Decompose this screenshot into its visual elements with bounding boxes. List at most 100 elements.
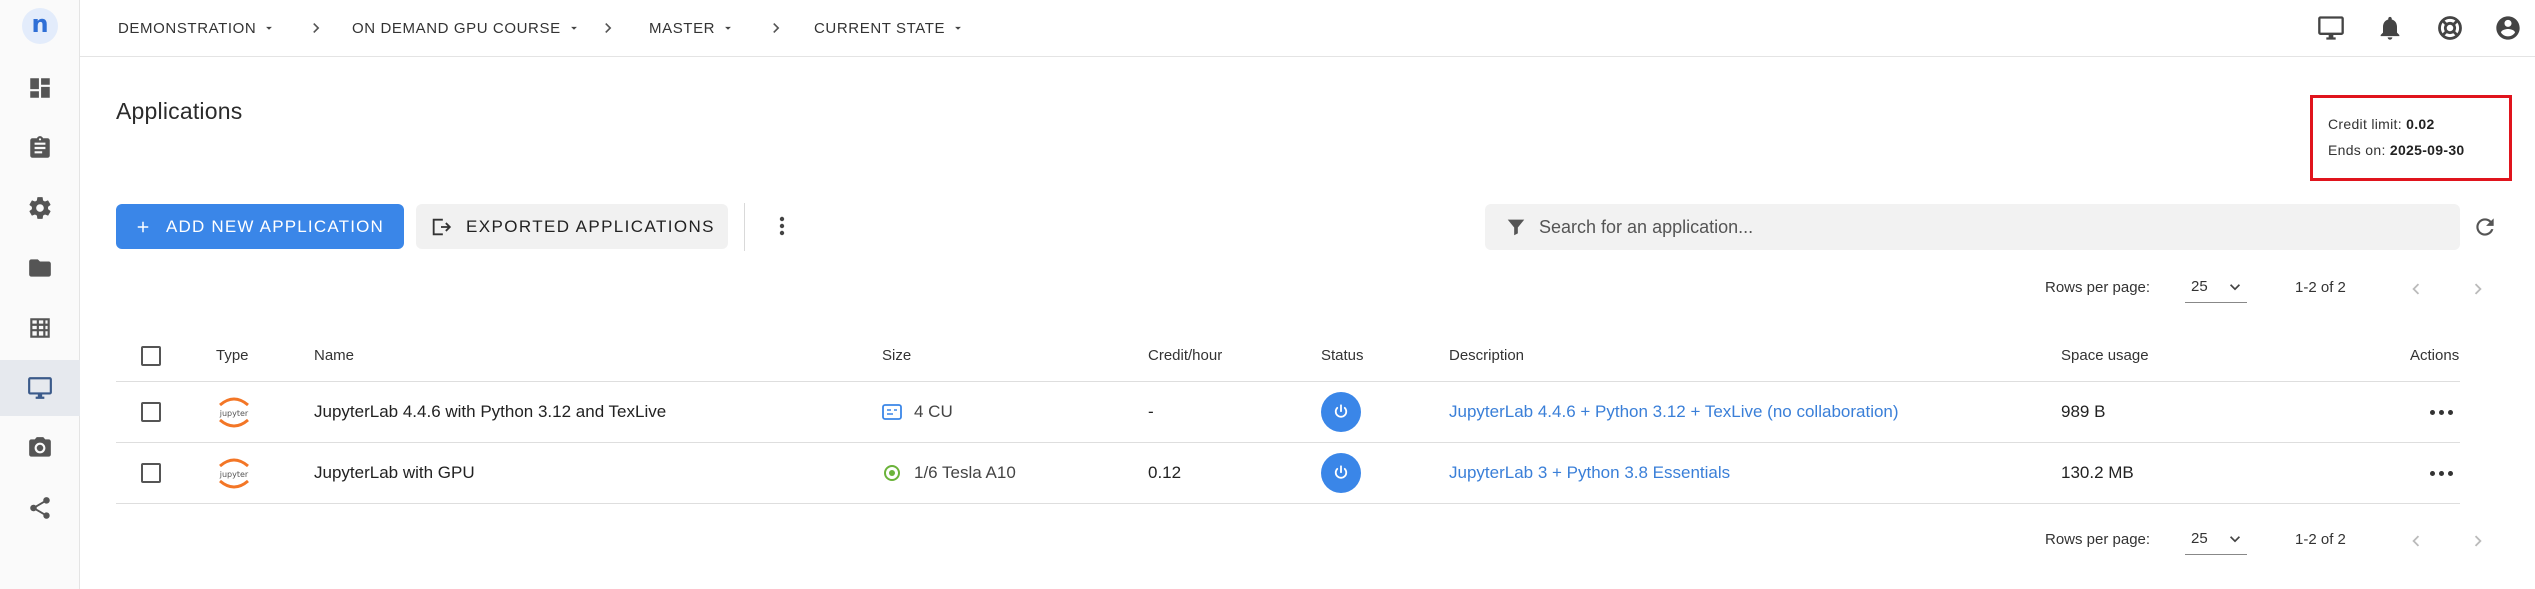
app-logo[interactable]: n xyxy=(22,8,58,44)
sidebar-item-tasks[interactable] xyxy=(0,120,80,176)
chevron-right-icon[interactable] xyxy=(2467,530,2489,552)
app-space-usage: 989 B xyxy=(2061,402,2106,421)
header-size[interactable]: Size xyxy=(882,330,911,381)
exported-applications-label: EXPORTED APPLICATIONS xyxy=(466,216,715,236)
refresh-icon[interactable] xyxy=(2472,214,2498,240)
header-status[interactable]: Status xyxy=(1321,330,1364,381)
app-name[interactable]: JupyterLab 4.4.6 with Python 3.12 and Te… xyxy=(314,382,666,442)
app-space-usage: 130.2 MB xyxy=(2061,463,2134,482)
breadcrumb-project[interactable]: ON DEMAND GPU COURSE xyxy=(352,0,581,56)
sidebar-item-snapshots[interactable] xyxy=(0,420,80,476)
more-vert-icon[interactable] xyxy=(770,213,794,239)
power-icon xyxy=(1334,404,1348,418)
app-credit: - xyxy=(1148,402,1154,421)
credit-info-box: Credit limit: 0.02 Ends on: 2025-09-30 xyxy=(2310,95,2512,181)
credit-limit-line: Credit limit: 0.02 xyxy=(2328,116,2435,132)
jupyter-logo-icon: jupyter xyxy=(216,392,252,432)
chevron-left-icon[interactable] xyxy=(2405,278,2427,300)
help-lifebuoy-icon[interactable] xyxy=(2436,14,2464,42)
bell-icon[interactable] xyxy=(2376,14,2404,42)
sidebar-item-dashboard[interactable] xyxy=(0,60,80,116)
app-size: 4 CU xyxy=(914,402,953,421)
chevron-down-icon xyxy=(2230,535,2240,542)
sidebar-item-share[interactable] xyxy=(0,480,80,536)
app-description-link[interactable]: JupyterLab 3 + Python 3.8 Essentials xyxy=(1449,443,1730,503)
row-checkbox[interactable] xyxy=(141,463,161,483)
toolbar-divider xyxy=(744,203,745,251)
header-type[interactable]: Type xyxy=(216,330,249,381)
search-input[interactable] xyxy=(1539,216,2439,238)
camera-icon xyxy=(29,437,51,457)
app-name[interactable]: JupyterLab with GPU xyxy=(314,443,475,503)
rows-per-page-value: 25 xyxy=(2191,278,2208,295)
sidebar-item-files[interactable] xyxy=(0,240,80,296)
plus-icon xyxy=(137,221,149,232)
table-header: Type Name Size Credit/hour Status Descri… xyxy=(116,330,2460,382)
table-row[interactable]: jupyter JupyterLab 4.4.6 with Python 3.1… xyxy=(116,382,2460,443)
header-description[interactable]: Description xyxy=(1449,330,1524,381)
breadcrumb-label: DEMONSTRATION xyxy=(118,19,257,37)
breadcrumb-label: ON DEMAND GPU COURSE xyxy=(352,19,561,37)
credit-ends-line: Ends on: 2025-09-30 xyxy=(2328,142,2465,158)
applications-table: Type Name Size Credit/hour Status Descri… xyxy=(116,330,2460,504)
chevron-right-icon[interactable] xyxy=(2467,278,2489,300)
power-icon xyxy=(1334,465,1348,479)
breadcrumb-label: CURRENT STATE xyxy=(814,19,946,37)
add-new-application-label: ADD NEW APPLICATION xyxy=(166,216,385,236)
header-space[interactable]: Space usage xyxy=(2061,330,2149,381)
credit-ends-value: 2025-09-30 xyxy=(2389,142,2465,158)
sidebar: n xyxy=(0,0,80,589)
header-credit[interactable]: Credit/hour xyxy=(1148,330,1222,381)
more-horiz-icon[interactable] xyxy=(2430,409,2453,415)
account-icon[interactable] xyxy=(2494,14,2522,42)
rows-per-page-label: Rows per page: xyxy=(2045,530,2151,548)
app-size: 1/6 Tesla A10 xyxy=(914,463,1016,482)
monitor-icon[interactable] xyxy=(2316,14,2346,42)
credit-limit-label: Credit limit: xyxy=(2328,116,2402,132)
caret-down-icon xyxy=(570,26,577,30)
sidebar-item-settings[interactable] xyxy=(0,180,80,236)
chevron-right-icon xyxy=(773,23,780,33)
table-icon xyxy=(30,318,50,338)
chevron-left-icon[interactable] xyxy=(2405,530,2427,552)
breadcrumb-organization[interactable]: DEMONSTRATION xyxy=(118,0,276,56)
folder-icon xyxy=(29,259,51,277)
sidebar-item-datasets[interactable] xyxy=(0,300,80,356)
more-horiz-icon[interactable] xyxy=(2430,470,2453,476)
chevron-right-icon xyxy=(605,23,612,33)
rows-per-page-select[interactable]: 25 xyxy=(2185,523,2247,555)
app-description-link[interactable]: JupyterLab 4.4.6 + Python 3.12 + TexLive… xyxy=(1449,382,1899,442)
clipboard-icon xyxy=(30,136,50,158)
pagination-range: 1-2 of 2 xyxy=(2295,530,2346,548)
row-checkbox[interactable] xyxy=(141,402,161,422)
table-row[interactable]: jupyter JupyterLab with GPU 1/6 Tesla A1… xyxy=(116,443,2460,504)
caret-down-icon xyxy=(955,26,962,30)
cpu-chip-icon xyxy=(882,404,902,420)
credit-ends-label: Ends on: xyxy=(2328,142,2386,158)
caret-down-icon xyxy=(725,26,732,30)
breadcrumb-state[interactable]: CURRENT STATE xyxy=(814,0,965,56)
chevron-right-icon xyxy=(313,23,320,33)
add-new-application-button[interactable]: ADD NEW APPLICATION xyxy=(116,204,404,249)
rows-per-page-select[interactable]: 25 xyxy=(2185,271,2247,303)
logo-letter: n xyxy=(31,10,49,38)
exported-applications-button[interactable]: EXPORTED APPLICATIONS xyxy=(416,204,728,249)
filter-icon xyxy=(1507,219,1525,236)
header-actions: Actions xyxy=(2410,347,2460,364)
monitor-icon xyxy=(28,377,52,399)
dashboard-icon xyxy=(30,78,50,98)
breadcrumb-branch[interactable]: MASTER xyxy=(649,0,735,56)
status-power-button[interactable] xyxy=(1321,392,1361,432)
sidebar-item-applications[interactable] xyxy=(0,360,80,416)
rows-per-page-label: Rows per page: xyxy=(2045,278,2151,296)
select-all-checkbox[interactable] xyxy=(141,345,161,366)
page-title: Applications xyxy=(116,98,243,124)
top-bar: DEMONSTRATION ON DEMAND GPU COURSE MASTE… xyxy=(80,0,2535,57)
app-credit: 0.12 xyxy=(1148,463,1182,482)
rows-per-page-value: 25 xyxy=(2191,530,2208,547)
status-power-button[interactable] xyxy=(1321,453,1361,493)
header-name[interactable]: Name xyxy=(314,330,354,381)
pagination-bottom: Rows per page: 25 1-2 of 2 xyxy=(2045,523,2485,555)
gpu-icon xyxy=(884,465,900,481)
pagination-range: 1-2 of 2 xyxy=(2295,278,2346,296)
